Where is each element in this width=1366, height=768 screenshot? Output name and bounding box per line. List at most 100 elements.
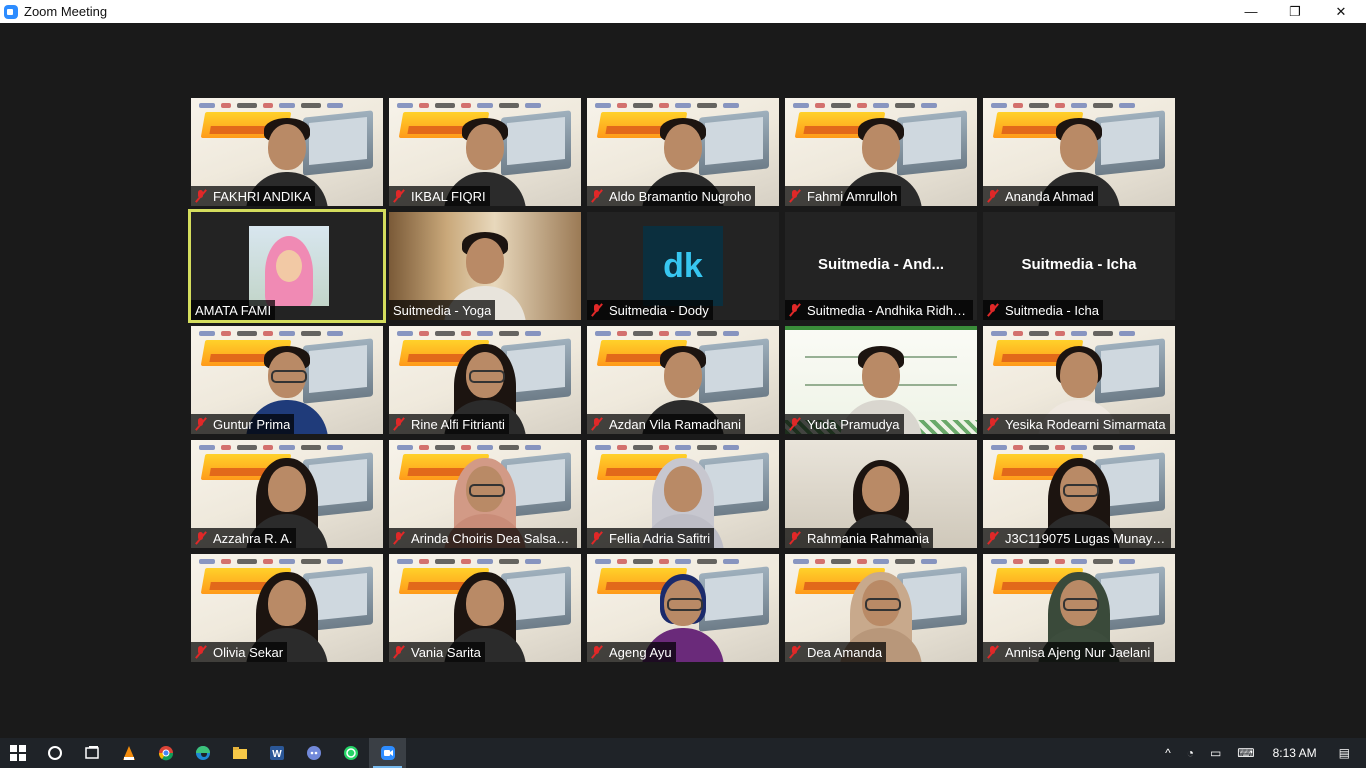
mic-muted-icon [194, 531, 207, 545]
discord-icon[interactable] [295, 738, 332, 768]
window-title: Zoom Meeting [24, 4, 108, 19]
participant-name: Vania Sarita [411, 644, 481, 660]
participant-tile[interactable]: Yesika Rodearni Simarmata [983, 326, 1175, 434]
participant-name-bar: Fahmi Amrulloh [785, 186, 902, 206]
participant-name-bar: FAKHRI ANDIKA [191, 186, 316, 206]
taskbar: W ^ ◔ ▭ ⌨ 8:13 AM ▤ [0, 738, 1366, 768]
restore-button[interactable]: ❐ [1272, 0, 1318, 23]
participant-tile[interactable]: Rahmania Rahmania [785, 440, 977, 548]
clock[interactable]: 8:13 AM [1273, 746, 1317, 760]
participant-name: Arinda Choiris Dea Salsabe... [411, 530, 573, 546]
participant-tile[interactable]: IKBAL FIQRI [389, 98, 581, 206]
svg-text:W: W [272, 749, 282, 760]
participant-name-bar: AMATA FAMI [191, 300, 276, 320]
participant-name-bar: Olivia Sekar [191, 642, 288, 662]
chrome-icon[interactable] [147, 738, 184, 768]
participant-tile[interactable]: Suitmedia - Yoga [389, 212, 581, 320]
start-icon[interactable] [0, 738, 36, 768]
participant-tile[interactable]: Annisa Ajeng Nur Jaelani [983, 554, 1175, 662]
participant-tile[interactable]: Vania Sarita [389, 554, 581, 662]
participant-name: Yuda Pramudya [807, 416, 900, 432]
notification-icon[interactable]: ▤ [1339, 746, 1350, 760]
zoom-icon[interactable] [369, 738, 406, 768]
close-button[interactable]: ✕ [1318, 0, 1364, 23]
keyboard-icon[interactable]: ⌨ [1237, 746, 1254, 760]
participant-tile[interactable]: Azzahra R. A. [191, 440, 383, 548]
mic-muted-icon [194, 417, 207, 431]
participant-tile[interactable]: Suitmedia - Icha Suitmedia - Icha [983, 212, 1175, 320]
mic-muted-icon [788, 531, 801, 545]
participant-name: Guntur Prima [213, 416, 291, 432]
zoom-app-icon [4, 4, 18, 19]
participant-tile[interactable]: Ageng Ayu [587, 554, 779, 662]
participant-name: Azdan Vila Ramadhani [609, 416, 742, 432]
gallery-view: FAKHRI ANDIKA IKBAL FIQRI Aldo Bramantio… [0, 23, 1366, 738]
participant-name-bar: J3C119075 Lugas Munayas... [983, 528, 1171, 548]
mic-muted-icon [392, 531, 405, 545]
cortana-icon[interactable] [36, 738, 73, 768]
participant-tile[interactable]: Guntur Prima [191, 326, 383, 434]
participant-name: Dea Amanda [807, 644, 883, 660]
mic-muted-icon [788, 189, 801, 203]
participant-name-bar: Azzahra R. A. [191, 528, 297, 548]
participant-tile[interactable]: Yuda Pramudya [785, 326, 977, 434]
participant-tile[interactable]: Ananda Ahmad [983, 98, 1175, 206]
participant-name-bar: Ananda Ahmad [983, 186, 1098, 206]
participant-name: Rahmania Rahmania [807, 530, 930, 546]
task-view-icon[interactable] [73, 738, 110, 768]
participant-name: Fellia Adria Safitri [609, 530, 711, 546]
mic-muted-icon [986, 645, 999, 659]
chevron-up-icon[interactable]: ^ [1165, 746, 1171, 760]
participant-name-bar: Yuda Pramudya [785, 414, 904, 434]
participant-name: Yesika Rodearni Simarmata [1005, 416, 1166, 432]
participant-name-bar: Azdan Vila Ramadhani [587, 414, 746, 434]
participant-name-bar: Suitmedia - Icha [983, 300, 1103, 320]
participant-tile-active-speaker[interactable]: AMATA FAMI [188, 209, 386, 323]
participant-name: Ananda Ahmad [1005, 188, 1094, 204]
profile-avatar: dk [643, 226, 723, 306]
participant-name: Rine Alfi Fitrianti [411, 416, 505, 432]
participant-tile[interactable]: Fahmi Amrulloh [785, 98, 977, 206]
mic-muted-icon [590, 531, 603, 545]
mic-muted-icon [590, 645, 603, 659]
mic-muted-icon [986, 189, 999, 203]
battery-icon[interactable]: ▭ [1210, 746, 1221, 760]
participant-name-bar: Vania Sarita [389, 642, 485, 662]
participant-name: Ageng Ayu [609, 644, 672, 660]
minimize-button[interactable]: — [1228, 0, 1274, 23]
participant-tile[interactable]: Aldo Bramantio Nugroho [587, 98, 779, 206]
participant-name: Suitmedia - Yoga [393, 302, 492, 318]
participant-name: Suitmedia - Dody [609, 302, 709, 318]
participant-tile[interactable]: J3C119075 Lugas Munayas... [983, 440, 1175, 548]
participant-tile[interactable]: Azdan Vila Ramadhani [587, 326, 779, 434]
mic-muted-icon [590, 189, 603, 203]
mic-muted-icon [788, 417, 801, 431]
whatsapp-icon[interactable] [332, 738, 369, 768]
participant-name-bar: Suitmedia - Andhika Ridho... [785, 300, 973, 320]
participant-name-bar: Suitmedia - Dody [587, 300, 713, 320]
word-icon[interactable]: W [258, 738, 295, 768]
participant-name: IKBAL FIQRI [411, 188, 486, 204]
vlc-icon[interactable] [110, 738, 147, 768]
edge-icon[interactable] [184, 738, 221, 768]
profile-photo [249, 226, 329, 306]
participant-name: Aldo Bramantio Nugroho [609, 188, 752, 204]
participant-name-bar: Rahmania Rahmania [785, 528, 934, 548]
wifi-icon[interactable]: ◔ [1187, 746, 1194, 760]
mic-muted-icon [392, 417, 405, 431]
participant-tile[interactable]: FAKHRI ANDIKA [191, 98, 383, 206]
participant-tile[interactable]: Arinda Choiris Dea Salsabe... [389, 440, 581, 548]
participant-name: J3C119075 Lugas Munayas... [1005, 530, 1167, 546]
mic-muted-icon [986, 303, 999, 317]
participant-name: Suitmedia - Icha [1005, 302, 1099, 318]
participant-name: Annisa Ajeng Nur Jaelani [1005, 644, 1151, 660]
participant-tile[interactable]: Olivia Sekar [191, 554, 383, 662]
participant-name-bar: Fellia Adria Safitri [587, 528, 715, 548]
participant-tile[interactable]: Suitmedia - And... Suitmedia - Andhika R… [785, 212, 977, 320]
participant-tile[interactable]: Dea Amanda [785, 554, 977, 662]
participant-name-bar: Aldo Bramantio Nugroho [587, 186, 756, 206]
participant-tile[interactable]: dk Suitmedia - Dody [587, 212, 779, 320]
participant-tile[interactable]: Fellia Adria Safitri [587, 440, 779, 548]
file-explorer-icon[interactable] [221, 738, 258, 768]
participant-tile[interactable]: Rine Alfi Fitrianti [389, 326, 581, 434]
